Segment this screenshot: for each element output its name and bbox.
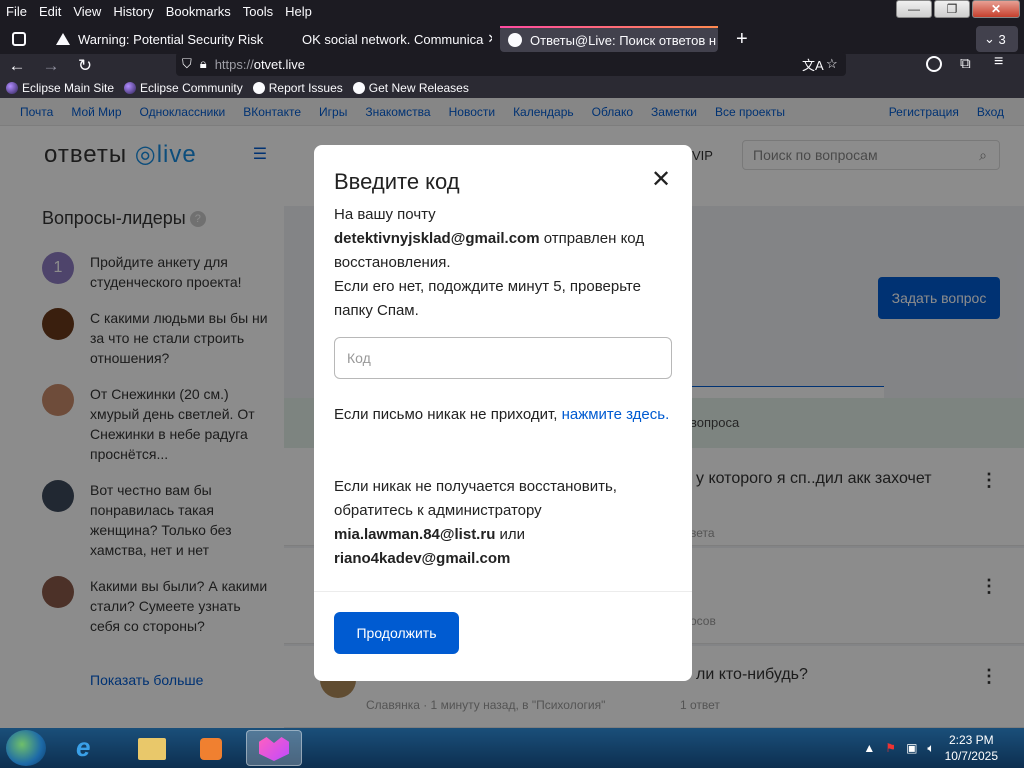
windows-taskbar: e ▲ ⚑ ▣ 🔈︎ 2:23 PM 10/7/2025 (0, 728, 1024, 768)
menu-bar: File Edit View History Bookmarks Tools H… (0, 0, 1024, 22)
tab-ok-social[interactable]: OK social network. Communica ✕ (272, 26, 492, 52)
close-window-button[interactable]: ✕ (972, 0, 1020, 18)
url-host: otvet.live (253, 56, 306, 72)
lock-icon[interactable]: 🔒︎ (200, 56, 207, 72)
eclipse-icon (6, 82, 18, 94)
extensions-icon[interactable]: ⧉ (960, 55, 971, 72)
close-icon[interactable]: ✕ (651, 165, 671, 194)
divider (314, 591, 692, 592)
dialog-title: Введите код (334, 169, 460, 194)
web-page: Почта Мой Мир Одноклассники ВКонтакте Иг… (0, 98, 1024, 728)
bookmarks-bar: Eclipse Main Site Eclipse Community Repo… (0, 78, 1024, 98)
url-bar[interactable]: ⛉ 🔒︎ https://otvet.live 文A ☆ (176, 52, 846, 76)
bookmark-label: Eclipse Main Site (22, 81, 115, 95)
tab-overflow-button[interactable]: ⌄ 3 (976, 26, 1018, 52)
star-icon[interactable]: ☆ (826, 56, 838, 72)
back-arrow-icon[interactable]: ← (0, 56, 34, 76)
close-tab-icon[interactable]: ✕ (483, 31, 492, 47)
question-icon (508, 33, 522, 47)
continue-button[interactable]: Продолжить (334, 612, 459, 654)
plus-icon: + (736, 27, 748, 50)
bookmark-label: Eclipse Community (140, 81, 243, 95)
bookmark-get-new-releases[interactable]: Get New Releases (352, 81, 469, 95)
tab-label: Ответы@Live: Поиск ответов н (530, 32, 717, 48)
tray-expand-icon[interactable]: ▲ (863, 741, 875, 755)
bookmark-label: Get New Releases (368, 81, 469, 95)
forward-arrow-icon[interactable]: → (34, 56, 68, 76)
admin-text: Если никак не получается восстановить, о… (334, 478, 617, 519)
system-tray: ▲ ⚑ ▣ 🔈︎ 2:23 PM 10/7/2025 (863, 728, 1024, 768)
tab-label: Warning: Potential Security Risk (78, 31, 264, 47)
bookmark-eclipse-community[interactable]: Eclipse Community (124, 81, 243, 95)
start-button[interactable] (6, 730, 46, 766)
tab-list-icon (12, 32, 26, 46)
code-input[interactable] (334, 337, 672, 379)
menu-edit[interactable]: Edit (33, 4, 67, 19)
recipient-email: detektivnyjsklad@gmail.com (334, 230, 540, 247)
hint-text: Если письмо никак не приходит, (334, 406, 562, 423)
menu-history[interactable]: History (107, 4, 159, 19)
hamburger-menu-icon[interactable]: ≡ (994, 53, 1003, 71)
warning-icon (56, 33, 70, 45)
dialog-message: На вашу почту detektivnyjsklad@gmail.com… (334, 203, 674, 323)
folder-icon[interactable] (124, 730, 180, 766)
menu-bookmarks[interactable]: Bookmarks (160, 4, 237, 19)
resend-hint: Если письмо никак не приходит, нажмите з… (334, 403, 674, 427)
ok-icon (280, 32, 294, 46)
close-tab-icon[interactable]: ✕ (263, 31, 266, 47)
eclipse-icon (124, 82, 137, 94)
menu-tools[interactable]: Tools (237, 4, 279, 19)
message-line: Если его нет, подождите минут 5, проверь… (334, 278, 641, 319)
shield-icon[interactable]: ⛉ (182, 56, 192, 72)
enter-code-dialog: Введите код ✕ На вашу почту detektivnyjs… (314, 145, 692, 681)
url-scheme: https:// (214, 56, 254, 72)
bookmark-label: Report Issues (268, 81, 343, 95)
bookmark-report-issues[interactable]: Report Issues (252, 81, 343, 95)
firefox-taskbar-icon[interactable] (246, 730, 302, 766)
flag-icon[interactable]: ⚑ (885, 741, 896, 755)
bookmark-eclipse-main[interactable]: Eclipse Main Site (6, 81, 114, 95)
maximize-button[interactable]: ❐ (934, 0, 970, 18)
admin-email: mia.lawman.84@list.ru (334, 526, 496, 543)
media-player-icon[interactable] (184, 730, 240, 766)
menu-file[interactable]: File (0, 4, 33, 19)
translate-icon[interactable]: 文A (802, 55, 824, 74)
minimize-button[interactable]: — (896, 0, 932, 18)
ie-icon[interactable]: e (62, 730, 118, 766)
network-icon[interactable]: ▣ (906, 741, 917, 755)
clock[interactable]: 2:23 PM 10/7/2025 (945, 732, 998, 764)
new-tab-button[interactable]: + (728, 26, 756, 52)
admin-email: riano4kadev@gmail.com (334, 550, 511, 567)
tab-list-button[interactable] (4, 26, 36, 52)
or-text: или (495, 526, 526, 543)
menu-view[interactable]: View (67, 4, 107, 19)
window-controls: — ❐ ✕ (896, 0, 1020, 18)
tab-otvet-live[interactable]: Ответы@Live: Поиск ответов н ✕ (500, 26, 718, 52)
tab-bar: Warning: Potential Security Risk ✕ OK so… (0, 22, 1024, 54)
reload-icon[interactable]: ↻ (68, 56, 102, 76)
close-tab-icon[interactable]: ✕ (716, 32, 718, 48)
clock-time: 2:23 PM (948, 733, 994, 747)
github-icon (252, 82, 265, 94)
volume-icon[interactable]: 🔈︎ (927, 741, 934, 756)
clock-date: 10/7/2025 (944, 749, 998, 763)
tab-label: OK social network. Communica (302, 31, 484, 47)
tab-security-warning[interactable]: Warning: Potential Security Risk ✕ (48, 26, 266, 52)
message-line: На вашу почту (334, 206, 436, 223)
tab-count: 3 (998, 31, 1006, 47)
chevron-down-icon: ⌄ (984, 31, 995, 46)
menu-help[interactable]: Help (279, 4, 318, 19)
github-icon (352, 82, 365, 94)
admin-contact: Если никак не получается восстановить, о… (334, 475, 674, 571)
account-icon[interactable] (926, 56, 942, 72)
resend-link[interactable]: нажмите здесь. (562, 406, 670, 423)
